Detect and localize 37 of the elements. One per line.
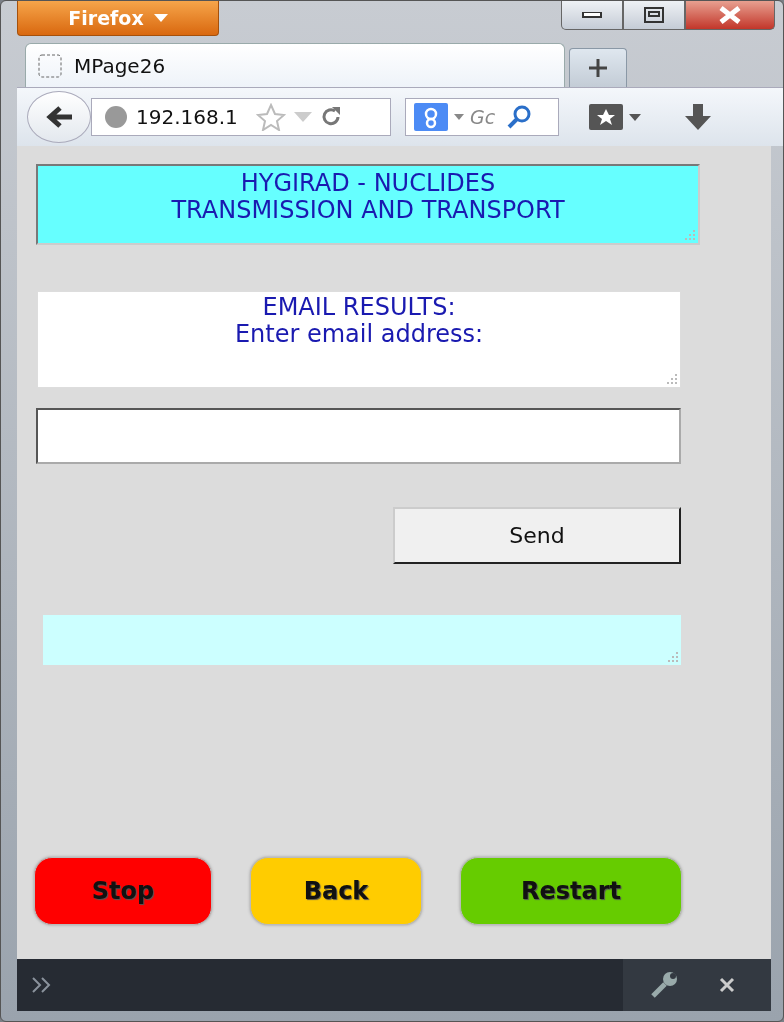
- plus-icon: [588, 58, 608, 78]
- new-tab-button[interactable]: [569, 48, 627, 87]
- action-button[interactable]: Stop: [34, 857, 212, 925]
- chevron-icon[interactable]: [31, 976, 53, 994]
- address-bar[interactable]: 192.168.1: [91, 98, 391, 136]
- action-button[interactable]: Back: [250, 857, 422, 925]
- search-placeholder: Gc: [470, 106, 497, 128]
- download-icon[interactable]: [683, 104, 713, 130]
- email-input-field[interactable]: [36, 408, 681, 464]
- page-icon: [38, 53, 62, 78]
- back-arrow-icon: [44, 105, 74, 129]
- prompt-text-area: EMAIL RESULTS: Enter email address:: [37, 291, 681, 388]
- close-icon[interactable]: [719, 977, 735, 993]
- browser-tab[interactable]: MPage26: [25, 43, 565, 87]
- action-button[interactable]: Restart: [460, 857, 682, 925]
- resize-grip-icon[interactable]: [682, 227, 696, 241]
- minimize-icon: [582, 12, 602, 18]
- google-logo-icon: [414, 103, 448, 131]
- search-icon[interactable]: [506, 104, 532, 130]
- back-button[interactable]: [27, 91, 91, 143]
- caret-icon: [153, 14, 168, 22]
- bookmarks-icon[interactable]: [589, 104, 641, 130]
- wrench-icon[interactable]: [649, 970, 679, 1000]
- close-icon: [718, 6, 742, 24]
- address-text: 192.168.1: [136, 105, 238, 129]
- minimize-button[interactable]: [561, 1, 623, 30]
- star-icon[interactable]: [255, 103, 286, 131]
- resize-grip-icon[interactable]: [664, 371, 678, 385]
- search-field[interactable]: Gc: [405, 98, 559, 136]
- globe-icon: [104, 105, 128, 129]
- title-text-area: HYGIRAD - NUCLIDES TRANSMISSION AND TRANSPORT: [36, 164, 700, 245]
- send-button[interactable]: Send: [393, 507, 681, 564]
- close-button[interactable]: [685, 1, 775, 30]
- maximize-icon: [644, 7, 664, 23]
- maximize-button[interactable]: [623, 1, 685, 30]
- caret-icon[interactable]: [454, 114, 464, 120]
- resize-grip-icon[interactable]: [665, 649, 679, 663]
